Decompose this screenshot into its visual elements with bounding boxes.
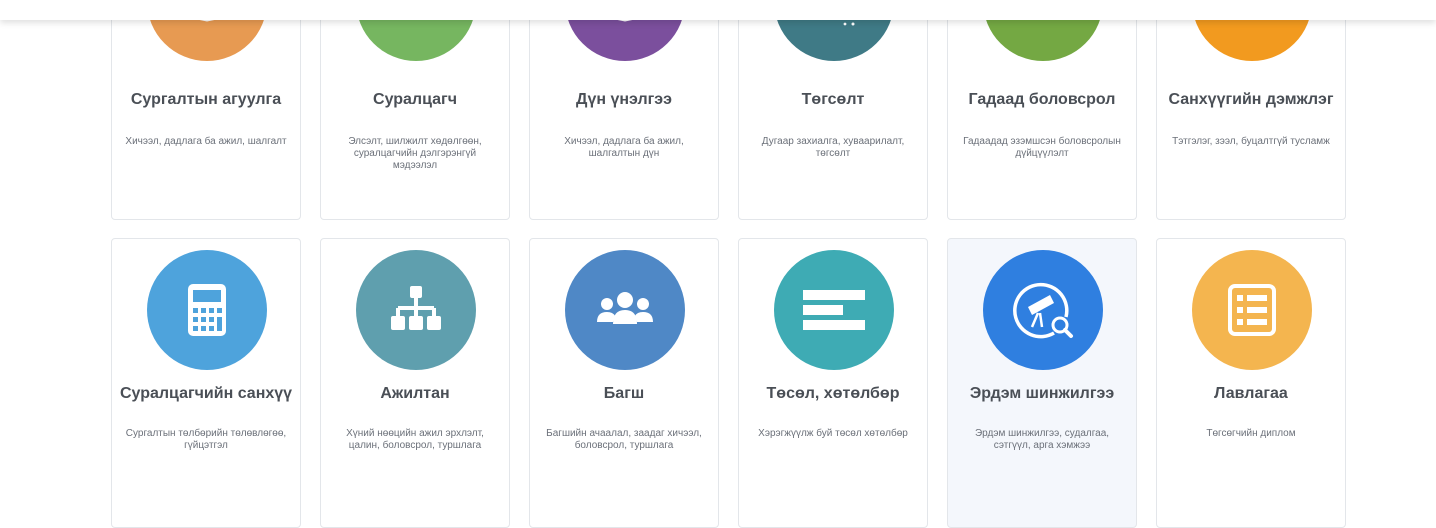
card-research-circle: [983, 250, 1103, 370]
card-description: Хичээл, дадлага ба ажил, шалгалтын дүн: [564, 136, 684, 159]
card-description: Багшийн ачаалал, заадаг хичээл, боловсро…: [546, 428, 702, 451]
card-description: Хичээл, дадлага ба ажил, шалгалт: [125, 136, 287, 147]
card-description: Хэрэгжүүлж буй төсөл хөтөлбөр: [758, 428, 908, 439]
card-staff[interactable]: Ажилтан Хүний нөөцийн ажил эрхлэлт, цали…: [320, 238, 510, 528]
card-research[interactable]: Эрдэм шинжилгээ Эрдэм шинжилгээ, судалга…: [947, 238, 1137, 528]
top-bar: [0, 0, 1436, 20]
card-title: Дүн үнэлгээ: [576, 91, 672, 108]
card-graduation[interactable]: Төгсөлт Дугаар захиалга, хуваарилалт, тө…: [738, 0, 928, 220]
card-foreign-education[interactable]: Гадаад боловсрол Гадаадад эзэмшсэн болов…: [947, 0, 1137, 220]
card-projects[interactable]: Төсөл, хөтөлбөр Хэрэгжүүлж буй төсөл хөт…: [738, 238, 928, 528]
card-title: Гадаад боловсрол: [968, 91, 1116, 108]
card-teacher[interactable]: Багш Багшийн ачаалал, заадаг хичээл, бол…: [529, 238, 719, 528]
card-description: Эрдэм шинжилгээ, судалгаа, сэтгүүл, арга…: [974, 428, 1110, 451]
module-grid: Сургалтын агуулга Хичээл, дадлага ба ажи…: [0, 0, 1436, 528]
calculator-icon: [177, 280, 237, 340]
card-projects-circle: [774, 250, 894, 370]
card-title: Суралцагчийн санхүү: [119, 385, 293, 402]
card-reference[interactable]: Лавлагаа Төгсөгчийн диплом: [1156, 238, 1346, 528]
card-grades[interactable]: Дүн үнэлгээ Хичээл, дадлага ба ажил, шал…: [529, 0, 719, 220]
card-title: Сургалтын агуулга: [130, 91, 282, 108]
users-icon: [593, 280, 657, 340]
card-financial-support[interactable]: Санхүүгийн дэмжлэг Тэтгэлэг, зээл, буцал…: [1156, 0, 1346, 220]
card-description: Гадаадад эзэмшсэн боловсролын дүйцүүлэлт: [963, 136, 1121, 159]
card-description: Дугаар захиалга, хуваарилалт, төгсөлт: [761, 136, 905, 159]
card-title: Санхүүгийн дэмжлэг: [1168, 91, 1334, 108]
card-description: Хүний нөөцийн ажил эрхлэлт, цалин, болов…: [346, 428, 484, 451]
card-description: Төгсөгчийн диплом: [1206, 428, 1296, 439]
card-student[interactable]: Суралцагч Элсэлт, шилжилт хөдөлгөөн, сур…: [320, 0, 510, 220]
card-curriculum[interactable]: Сургалтын агуулга Хичээл, дадлага ба ажи…: [111, 0, 301, 220]
org-chart-icon: [386, 280, 446, 340]
card-title: Төгсөлт: [801, 91, 865, 108]
card-reference-circle: [1192, 250, 1312, 370]
card-student-finance[interactable]: Суралцагчийн санхүү Сургалтын төлбөрийн …: [111, 238, 301, 528]
card-title: Ажилтан: [380, 385, 450, 402]
card-description: Элсэлт, шилжилт хөдөлгөөн, суралцагчийн …: [348, 136, 482, 171]
card-teacher-circle: [565, 250, 685, 370]
card-title: Багш: [603, 385, 645, 402]
card-title: Эрдэм шинжилгээ: [969, 385, 1115, 402]
card-staff-circle: [356, 250, 476, 370]
card-title: Төсөл, хөтөлбөр: [766, 385, 900, 402]
card-student-finance-circle: [147, 250, 267, 370]
reference-list-icon: [1222, 280, 1282, 340]
list-bars-icon: [799, 280, 869, 340]
card-title: Лавлагаа: [1214, 385, 1288, 402]
card-description: Тэтгэлэг, зээл, буцалтгүй тусламж: [1172, 136, 1330, 147]
telescope-search-icon: [1010, 277, 1076, 343]
card-title: Суралцагч: [373, 91, 457, 108]
card-description: Сургалтын төлбөрийн төлөвлөгөө, гүйцэтгэ…: [125, 428, 287, 451]
